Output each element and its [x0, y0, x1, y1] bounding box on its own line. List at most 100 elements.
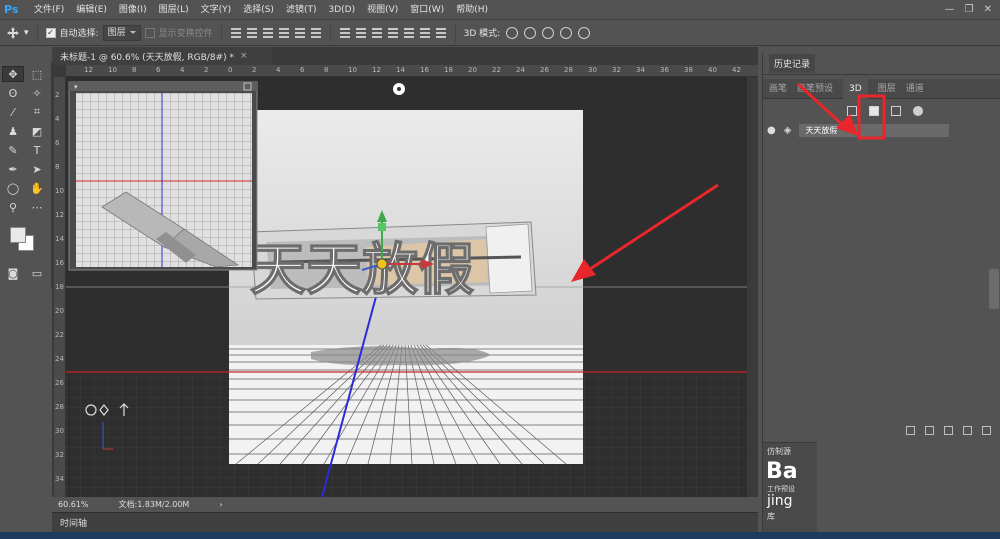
- headline-3d-text[interactable]: 天天放假: [249, 237, 474, 303]
- tab-3d[interactable]: 3D: [843, 78, 868, 99]
- ruler-tick: 4: [55, 115, 60, 123]
- status-menu-arrow[interactable]: ›: [219, 500, 222, 509]
- show-transform-checkbox[interactable]: [144, 27, 155, 38]
- whole-scene-icon[interactable]: [847, 106, 857, 116]
- auto-select-dropdown[interactable]: 图层: [102, 24, 141, 41]
- secondary-view[interactable]: ▾: [68, 81, 258, 271]
- distribute-top-icon[interactable]: [339, 27, 351, 39]
- distribute-right-icon[interactable]: [419, 27, 431, 39]
- pen-tool-icon[interactable]: ✒: [2, 161, 24, 177]
- screen-mode-icon[interactable]: ▭: [26, 265, 48, 281]
- menu-image[interactable]: 图像(I): [113, 0, 153, 20]
- 3d-slide-icon[interactable]: [560, 26, 573, 39]
- close-document-icon[interactable]: ×: [240, 51, 248, 61]
- tab-brush[interactable]: 画笔: [769, 79, 787, 99]
- render-icon[interactable]: [925, 425, 934, 435]
- tab-layers[interactable]: 图层: [878, 79, 896, 99]
- menu-filter[interactable]: 滤镜(T): [280, 0, 323, 20]
- path-select-tool-icon[interactable]: ➤: [26, 161, 48, 177]
- tab-history[interactable]: 历史记录: [769, 54, 816, 73]
- clone-preview-text: Ba: [766, 459, 798, 484]
- brush-tool-icon[interactable]: ✎: [2, 142, 24, 158]
- distribute-vcenter-icon[interactable]: [355, 27, 367, 39]
- meshes-icon[interactable]: [869, 106, 879, 116]
- materials-icon[interactable]: [891, 106, 901, 116]
- divider: [36, 23, 38, 42]
- lasso-tool-icon[interactable]: ʘ: [2, 85, 24, 101]
- menu-layer[interactable]: 图层(L): [153, 0, 195, 20]
- ruler-tick: 6: [300, 66, 305, 74]
- timeline-panel: 时间轴: [52, 512, 758, 532]
- add-light-icon[interactable]: [906, 425, 915, 435]
- auto-select-checkbox[interactable]: ✓: [45, 27, 56, 38]
- color-swatches[interactable]: [8, 225, 43, 255]
- ruler-horizontal: 12 10 8 6 4 2 0 2 4 6 8 10 12 14 16 18 2…: [66, 65, 758, 77]
- tab-brush-presets[interactable]: 画笔预设: [797, 79, 833, 99]
- 3d-panel-footer: [763, 422, 1000, 438]
- minimize-button[interactable]: —: [945, 4, 955, 15]
- 3d-mode-label: 3D 模式:: [463, 29, 501, 39]
- crop-tool-icon[interactable]: ⌗: [26, 104, 48, 120]
- menu-window[interactable]: 窗口(W): [404, 0, 450, 20]
- timeline-tab[interactable]: 时间轴: [60, 516, 87, 529]
- eyedropper-tool-icon[interactable]: ⁄: [2, 104, 24, 120]
- ruler-tick: 18: [55, 283, 64, 291]
- 3d-mesh-name[interactable]: 天天放假: [799, 123, 950, 137]
- align-bottom-icon[interactable]: [262, 27, 274, 39]
- secondary-view-menu-icon[interactable]: ▾: [74, 83, 78, 91]
- align-right-icon[interactable]: [310, 27, 322, 39]
- align-top-icon[interactable]: [230, 27, 242, 39]
- zoom-level[interactable]: 60.61%: [58, 500, 89, 509]
- visibility-eye-icon[interactable]: ●: [767, 125, 776, 136]
- menu-select[interactable]: 选择(S): [237, 0, 280, 20]
- canvas-viewport[interactable]: 天天放假 ▾: [66, 77, 747, 497]
- close-button[interactable]: ✕: [984, 4, 992, 15]
- menu-type[interactable]: 文字(Y): [195, 0, 238, 20]
- restore-button[interactable]: ❐: [965, 4, 974, 15]
- marquee-tool-icon[interactable]: ⬚: [26, 66, 48, 82]
- quick-mask-icon[interactable]: ◙: [2, 265, 24, 281]
- distribute-bottom-icon[interactable]: [371, 27, 383, 39]
- distribute-left-icon[interactable]: [387, 27, 399, 39]
- stamp-tool-icon[interactable]: ♟: [2, 123, 24, 139]
- eraser-tool-icon[interactable]: ◩: [26, 123, 48, 139]
- clone-source-tab[interactable]: 仿制源: [763, 443, 817, 460]
- magic-wand-tool-icon[interactable]: ✧: [26, 85, 48, 101]
- 3d-scale-icon[interactable]: [578, 26, 591, 39]
- ruler-tick: 40: [708, 66, 717, 74]
- type-tool-icon[interactable]: T: [26, 142, 48, 158]
- menu-view[interactable]: 视图(V): [361, 0, 404, 20]
- lights-icon[interactable]: [913, 106, 923, 116]
- 3d-roll-icon[interactable]: [524, 26, 537, 39]
- duplicate-icon[interactable]: [963, 425, 972, 435]
- panel-scrollbar[interactable]: [989, 269, 999, 309]
- delete-icon[interactable]: [982, 425, 991, 435]
- new-object-icon[interactable]: [944, 425, 953, 435]
- move-tool-icon[interactable]: [6, 26, 20, 40]
- menu-help[interactable]: 帮助(H): [450, 0, 494, 20]
- menu-edit[interactable]: 编辑(E): [70, 0, 113, 20]
- align-left-icon[interactable]: [278, 27, 290, 39]
- 3d-layer-row[interactable]: ● ◈ 天天放假: [763, 123, 1000, 137]
- menu-3d[interactable]: 3D(D): [322, 0, 361, 20]
- 3d-pan-icon[interactable]: [542, 26, 555, 39]
- zoom-tool-icon[interactable]: ⚲: [2, 199, 24, 215]
- hand-tool-icon[interactable]: ✋: [26, 180, 48, 196]
- document-tab[interactable]: 未标题-1 @ 60.6% (天天放假, RGB/8#) * ×: [52, 47, 272, 65]
- tab-channels[interactable]: 通道: [906, 79, 924, 99]
- 3d-orbit-icon[interactable]: [506, 26, 519, 39]
- ruler-tick: 34: [636, 66, 645, 74]
- distribute-hcenter-icon[interactable]: [403, 27, 415, 39]
- ruler-tick: 14: [55, 235, 64, 243]
- more-tools-icon[interactable]: ⋯: [26, 199, 48, 215]
- align-hcenter-icon[interactable]: [294, 27, 306, 39]
- 3d-scene[interactable]: 天天放假 ▾: [66, 77, 747, 497]
- tool-preset-chevron-icon[interactable]: ▾: [24, 28, 29, 38]
- move-tool-icon[interactable]: ✥: [2, 66, 24, 82]
- libraries-tab[interactable]: 库: [763, 508, 817, 525]
- ellipse-tool-icon[interactable]: ◯: [2, 180, 24, 196]
- auto-align-icon[interactable]: [435, 27, 447, 39]
- menu-file[interactable]: 文件(F): [28, 0, 70, 20]
- foreground-color[interactable]: [10, 227, 26, 243]
- align-vcenter-icon[interactable]: [246, 27, 258, 39]
